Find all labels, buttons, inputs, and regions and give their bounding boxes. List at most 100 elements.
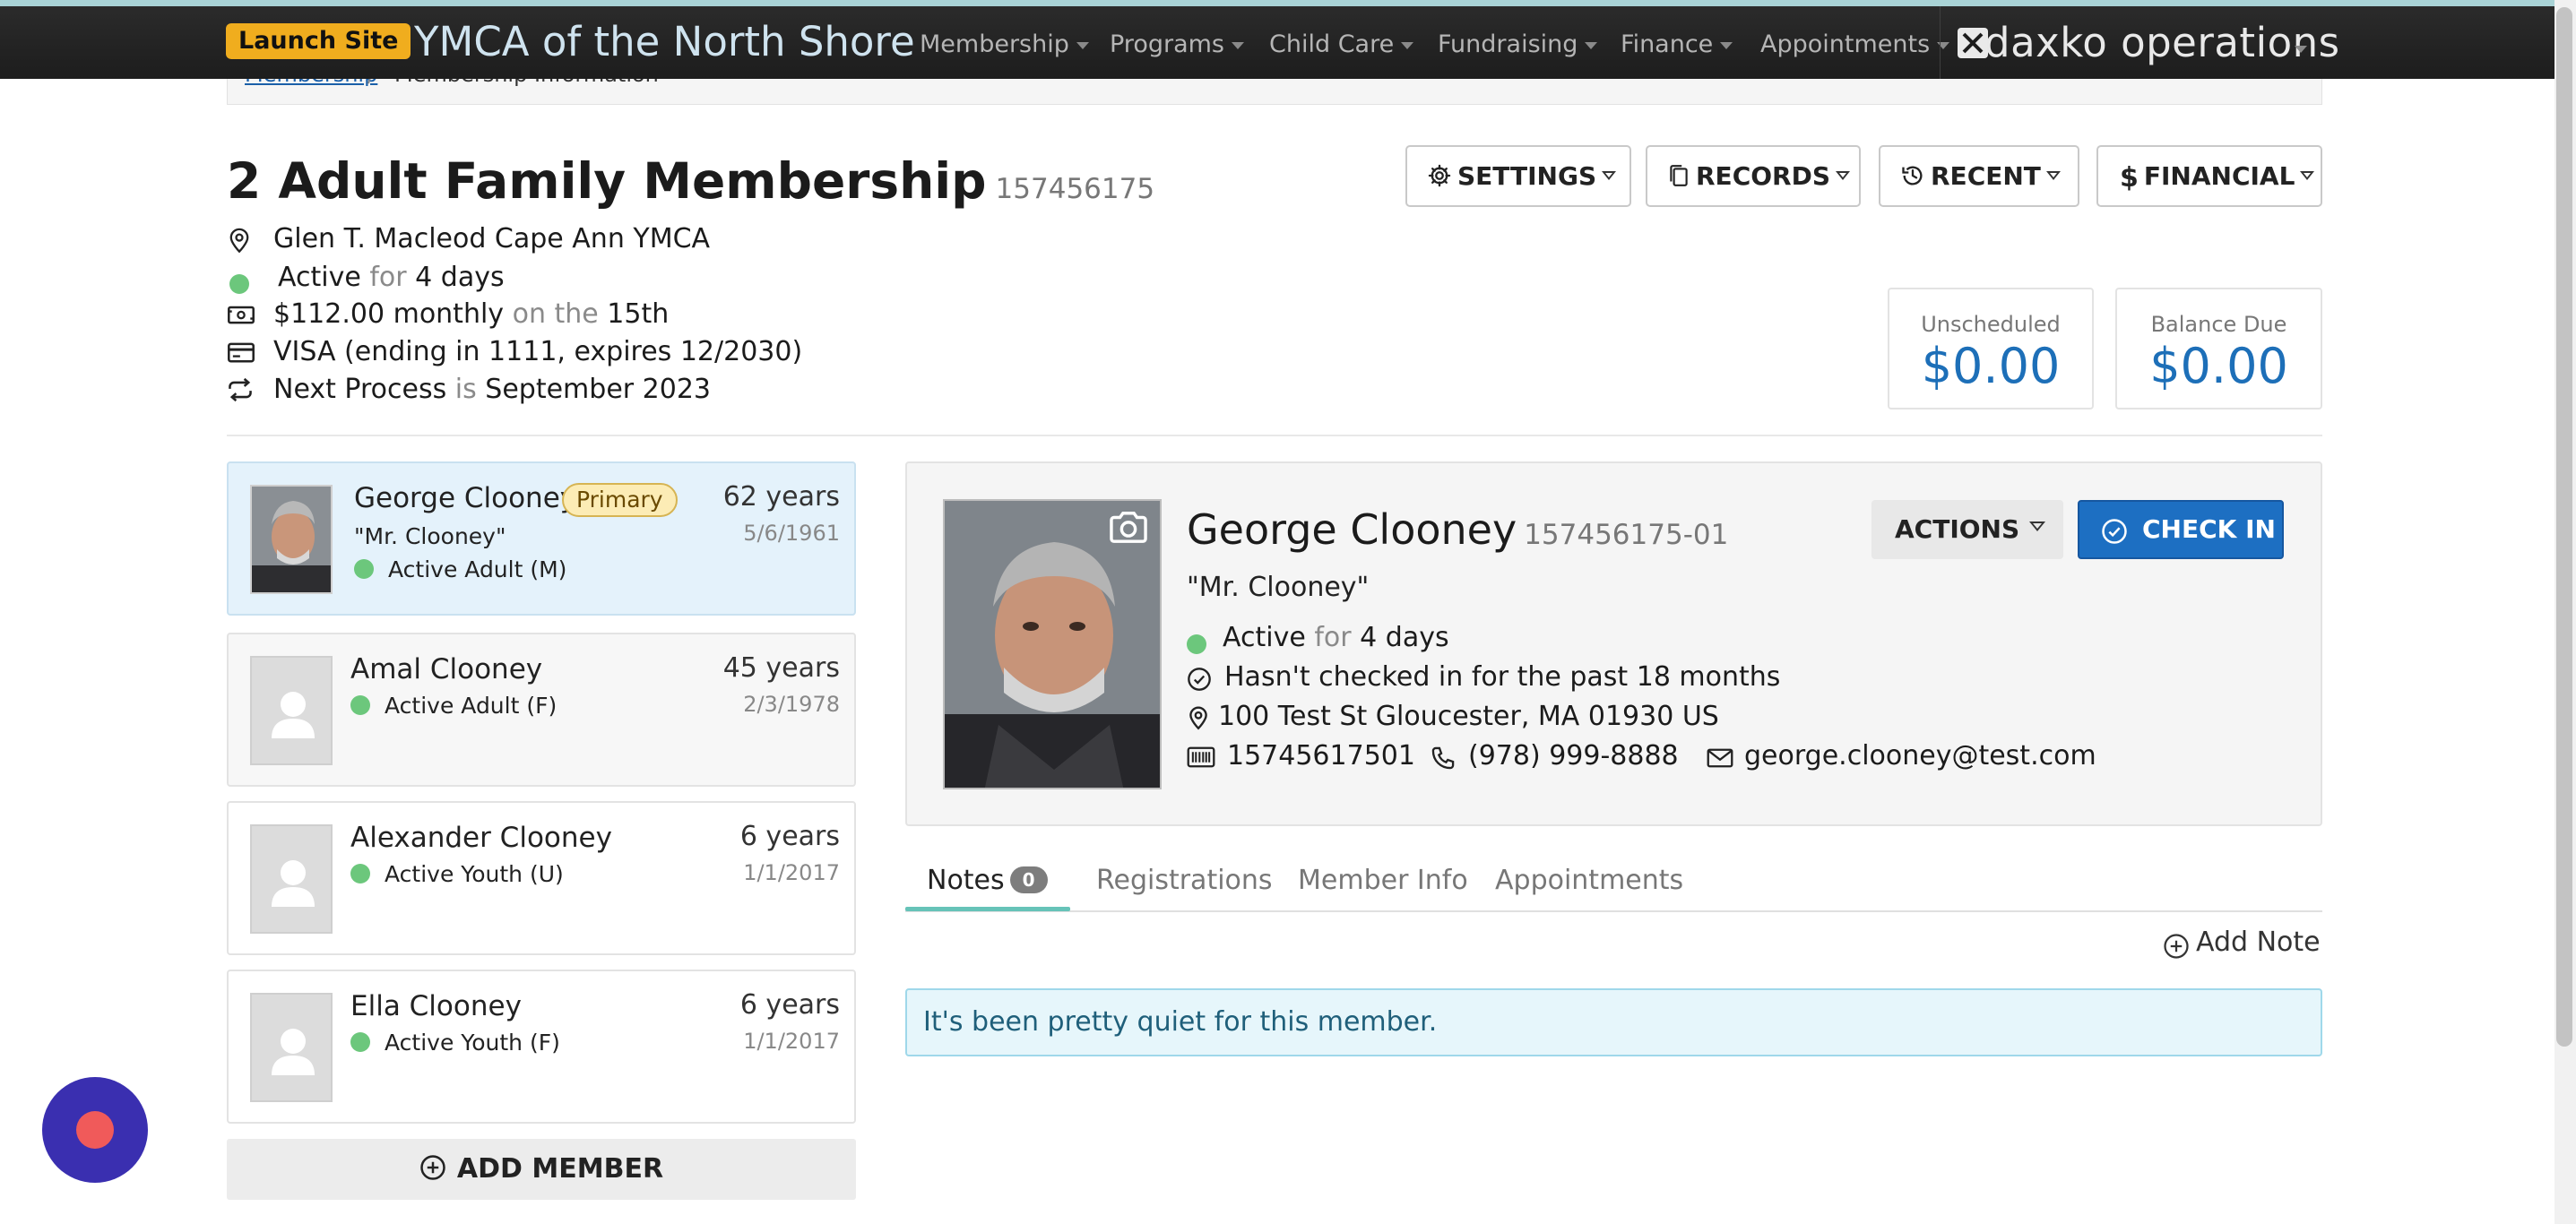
member-age: 62 years [722, 481, 840, 513]
chevron-down-icon [1401, 41, 1414, 49]
member-status: Active Adult (M) [354, 556, 566, 584]
chevron-down-icon [2029, 521, 2045, 531]
tabs-divider [905, 910, 2322, 912]
avatar-placeholder-icon [250, 824, 333, 934]
member-nickname: "Mr. Clooney" [354, 523, 506, 549]
member-name: George Clooney [354, 482, 577, 514]
member-status: Active Youth (F) [350, 1029, 560, 1057]
map-pin-icon [227, 227, 252, 254]
chevron-down-icon [1585, 41, 1598, 49]
member-card[interactable]: Ella Clooney Active Youth (F) 6 years 1/… [227, 970, 856, 1124]
actions-dropdown-button[interactable]: ACTIONS [1871, 500, 2063, 559]
tab-appointments[interactable]: Appointments [1495, 862, 1683, 900]
top-navbar: Launch Site YMCA of the North Shore Memb… [0, 6, 2554, 79]
avatar-placeholder-icon [250, 993, 333, 1102]
chevron-down-icon [2045, 171, 2061, 180]
chevron-down-icon [1602, 171, 1617, 180]
member-status: Active Youth (U) [350, 860, 564, 889]
mail-icon [1707, 747, 1733, 769]
member-card[interactable]: George Clooney Primary "Mr. Clooney" Act… [227, 461, 856, 616]
nav-appointments[interactable]: Appointments [1760, 30, 1950, 60]
chevron-down-icon [1720, 41, 1733, 49]
membership-id: 157456175 [995, 173, 1155, 205]
top-accent-bar [0, 0, 2554, 6]
financial-button[interactable]: $ FINANCIAL [2096, 145, 2322, 207]
balance-due-stat: Balance Due $0.00 [2115, 288, 2322, 409]
tab-notes[interactable]: Notes 0 [927, 862, 1048, 900]
status-dot-icon [350, 864, 370, 884]
detail-nickname: "Mr. Clooney" [1187, 572, 1370, 603]
chevron-down-icon [2300, 171, 2315, 180]
divider [227, 435, 2322, 436]
tab-registrations[interactable]: Registrations [1096, 862, 1273, 900]
primary-badge: Primary [562, 483, 678, 517]
member-dob: 2/3/1978 [743, 692, 840, 717]
chevron-down-icon [1076, 41, 1089, 49]
settings-button[interactable]: SETTINGS [1405, 145, 1631, 207]
notes-empty-message: It's been pretty quiet for this member. [905, 988, 2322, 1056]
detail-member-id: 157456175-01 [1524, 519, 1729, 551]
member-status: Active Adult (F) [350, 692, 557, 720]
copy-icon [1667, 163, 1690, 188]
member-card[interactable]: Alexander Clooney Active Youth (U) 6 yea… [227, 801, 856, 955]
map-pin-icon [1187, 705, 1210, 730]
credit-card-icon [227, 340, 255, 365]
history-icon [1900, 163, 1925, 188]
avatar-placeholder-icon [250, 656, 333, 765]
check-in-button[interactable]: CHECK IN [2078, 500, 2284, 559]
add-member-button[interactable]: ADD MEMBER [227, 1139, 856, 1200]
chat-widget-button[interactable] [42, 1077, 148, 1183]
member-name: Ella Clooney [350, 990, 522, 1022]
brand-name: daxko operations [1984, 19, 2340, 66]
member-age: 6 years [739, 989, 840, 1021]
gear-icon [1427, 163, 1452, 188]
active-tab-indicator [905, 907, 1070, 911]
check-circle-icon [1187, 667, 1212, 692]
recent-button[interactable]: RECENT [1879, 145, 2079, 207]
member-name: Alexander Clooney [350, 822, 612, 854]
unscheduled-value: $0.00 [1921, 338, 2061, 394]
member-name: Amal Clooney [350, 653, 543, 685]
nav-membership[interactable]: Membership [920, 30, 1089, 60]
tab-member-info[interactable]: Member Info [1298, 862, 1468, 900]
detail-member-name: George Clooney 157456175-01 [1187, 505, 1729, 554]
member-age: 6 years [739, 821, 840, 852]
balance-due-value: $0.00 [2149, 338, 2288, 394]
status-dot-icon [350, 1032, 370, 1052]
camera-icon[interactable] [1108, 509, 1149, 545]
check-circle-icon [2101, 518, 2128, 545]
chat-record-icon [76, 1111, 114, 1149]
nav-fundraising[interactable]: Fundraising [1438, 30, 1598, 60]
repeat-icon [227, 377, 254, 402]
notes-count-badge: 0 [1009, 866, 1048, 893]
records-button[interactable]: RECORDS [1646, 145, 1861, 207]
barcode-icon [1187, 746, 1215, 769]
member-age: 45 years [722, 652, 840, 684]
member-dob: 5/6/1961 [743, 521, 840, 546]
phone-icon [1431, 746, 1456, 771]
status-dot-icon [1187, 634, 1206, 654]
payment-method: VISA (ending in 1111, expires 12/2030) [273, 336, 803, 367]
scrollbar-thumb[interactable] [2556, 7, 2572, 1047]
nav-finance[interactable]: Finance [1621, 30, 1733, 60]
page-title: 2 Adult Family Membership 157456175 [227, 152, 1155, 210]
plus-circle-icon [2163, 933, 2190, 960]
status-dot-icon [354, 559, 374, 579]
chevron-down-icon [2295, 46, 2307, 53]
status-dot-icon [350, 695, 370, 715]
organization-name[interactable]: YMCA of the North Shore [414, 17, 915, 67]
plus-circle-icon [419, 1154, 446, 1181]
unscheduled-stat: Unscheduled $0.00 [1888, 288, 2094, 409]
launch-site-button[interactable]: Launch Site [226, 23, 411, 59]
chevron-down-icon [1232, 41, 1244, 49]
daxko-logo-icon [1958, 28, 1988, 58]
status-dot-icon [229, 274, 249, 294]
branch-name: Glen T. Macleod Cape Ann YMCA [273, 223, 711, 254]
member-card[interactable]: Amal Clooney Active Adult (F) 45 years 2… [227, 633, 856, 787]
member-dob: 1/1/2017 [743, 860, 840, 885]
nav-child-care[interactable]: Child Care [1269, 30, 1414, 60]
chevron-down-icon [1836, 171, 1851, 180]
dollar-icon: $ [2120, 161, 2139, 194]
member-dob: 1/1/2017 [743, 1029, 840, 1054]
nav-programs[interactable]: Programs [1110, 30, 1244, 60]
